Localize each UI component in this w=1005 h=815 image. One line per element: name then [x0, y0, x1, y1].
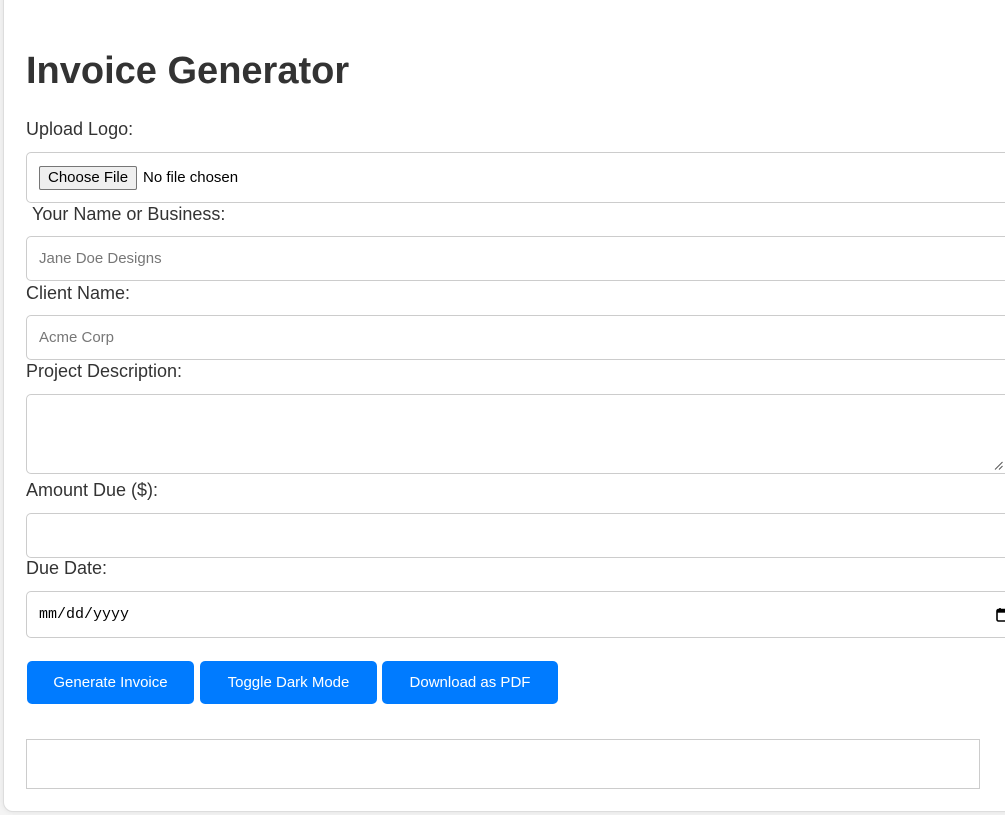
- business-name-input[interactable]: [26, 236, 1005, 281]
- amount-due-label: Amount Due ($):: [26, 480, 159, 500]
- choose-file-button[interactable]: Choose File: [39, 165, 138, 190]
- due-date-value: mm/dd/yyyy: [39, 606, 130, 623]
- file-status-text: No file chosen: [143, 169, 239, 186]
- client-name-input[interactable]: [26, 315, 1005, 360]
- project-description-label: Project Description:: [26, 361, 183, 381]
- calendar-icon[interactable]: [995, 607, 1005, 623]
- amount-due-input[interactable]: [26, 513, 1005, 558]
- project-description-textarea[interactable]: [26, 394, 1005, 474]
- logo-file-input[interactable]: Choose File No file chosen: [26, 152, 1005, 203]
- resize-grip-icon[interactable]: [994, 461, 1003, 470]
- client-name-label: Client Name:: [26, 283, 131, 303]
- invoice-output: [26, 739, 980, 789]
- due-date-input[interactable]: mm/dd/yyyy: [26, 591, 1005, 638]
- generate-invoice-button[interactable]: Generate Invoice: [27, 661, 194, 704]
- due-date-label: Due Date:: [26, 558, 108, 578]
- download-pdf-button[interactable]: Download as PDF: [382, 661, 558, 704]
- page-title: Invoice Generator: [26, 50, 350, 92]
- toggle-dark-mode-button[interactable]: Toggle Dark Mode: [200, 661, 377, 704]
- upload-logo-label: Upload Logo:: [26, 119, 134, 139]
- business-name-label: Your Name or Business:: [32, 204, 226, 224]
